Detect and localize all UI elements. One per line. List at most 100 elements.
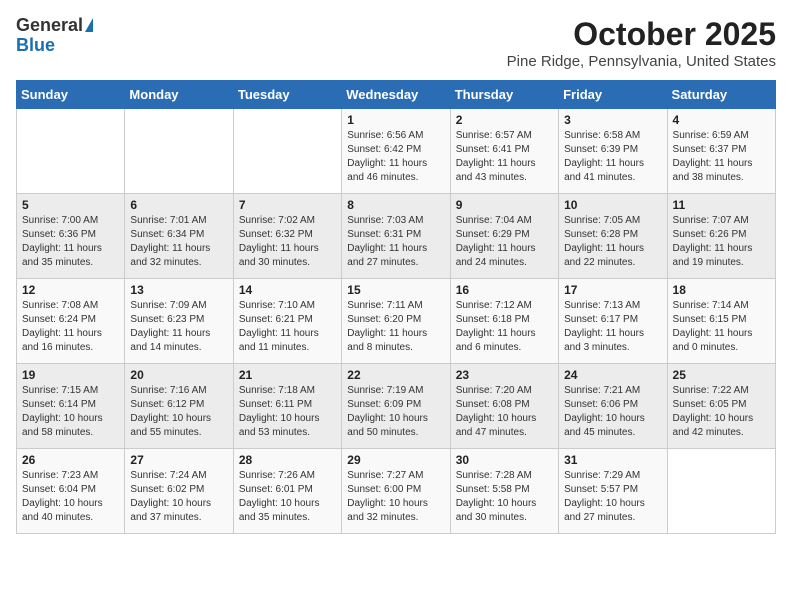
calendar-cell xyxy=(17,109,125,194)
calendar-cell: 21 Sunrise: 7:18 AM Sunset: 6:11 PM Dayli… xyxy=(233,364,341,449)
day-number: 12 xyxy=(22,283,119,297)
calendar-week-row: 19Sunrise: 7:15 AM Sunset: 6:14 PM Dayli… xyxy=(17,364,776,449)
calendar-cell: 10 Sunrise: 7:05 AM Sunset: 6:28 PM Dayli… xyxy=(559,194,667,279)
calendar-cell: 26 Sunrise: 7:23 AM Sunset: 6:04 PM Dayli… xyxy=(17,449,125,534)
day-number: 19 xyxy=(22,368,119,382)
day-info: Sunrise: 7:07 AM Sunset: 6:26 PM Dayligh… xyxy=(673,214,770,270)
calendar-week-row: 5 Sunrise: 7:00 AM Sunset: 6:36 PM Daylig… xyxy=(17,194,776,279)
day-info: Sunrise: 7:01 AM Sunset: 6:34 PM Dayligh… xyxy=(130,214,227,270)
calendar-cell: 6 Sunrise: 7:01 AM Sunset: 6:34 PM Daylig… xyxy=(125,194,233,279)
calendar-cell: 3 Sunrise: 6:58 AM Sunset: 6:39 PM Daylig… xyxy=(559,109,667,194)
calendar-cell: 17 Sunrise: 7:13 AM Sunset: 6:17 PM Dayli… xyxy=(559,279,667,364)
day-info: Sunrise: 7:21 AM Sunset: 6:06 PM Dayligh… xyxy=(564,384,661,440)
calendar-cell: 4Sunrise: 6:59 AM Sunset: 6:37 PM Daylig… xyxy=(667,109,775,194)
day-info: Sunrise: 7:11 AM Sunset: 6:20 PM Dayligh… xyxy=(347,299,444,355)
header-day: Tuesday xyxy=(233,81,341,109)
day-info: Sunrise: 7:00 AM Sunset: 6:36 PM Dayligh… xyxy=(22,214,119,270)
calendar-cell: 2 Sunrise: 6:57 AM Sunset: 6:41 PM Daylig… xyxy=(450,109,558,194)
day-info: Sunrise: 7:28 AM Sunset: 5:58 PM Dayligh… xyxy=(456,469,553,525)
day-number: 30 xyxy=(456,453,553,467)
day-number: 9 xyxy=(456,198,553,212)
day-number: 11 xyxy=(673,198,770,212)
calendar-cell: 18 Sunrise: 7:14 AM Sunset: 6:15 PM Dayli… xyxy=(667,279,775,364)
day-info: Sunrise: 7:09 AM Sunset: 6:23 PM Dayligh… xyxy=(130,299,227,355)
day-number: 4 xyxy=(673,113,770,127)
day-info: Sunrise: 7:05 AM Sunset: 6:28 PM Dayligh… xyxy=(564,214,661,270)
day-number: 21 xyxy=(239,368,336,382)
calendar-cell: 15 Sunrise: 7:11 AM Sunset: 6:20 PM Dayli… xyxy=(342,279,450,364)
day-info: Sunrise: 7:29 AM Sunset: 5:57 PM Dayligh… xyxy=(564,469,661,525)
calendar-cell: 8 Sunrise: 7:03 AM Sunset: 6:31 PM Daylig… xyxy=(342,194,450,279)
calendar-cell: 31 Sunrise: 7:29 AM Sunset: 5:57 PM Dayli… xyxy=(559,449,667,534)
calendar-cell: 11 Sunrise: 7:07 AM Sunset: 6:26 PM Dayli… xyxy=(667,194,775,279)
day-info: Sunrise: 7:20 AM Sunset: 6:08 PM Dayligh… xyxy=(456,384,553,440)
day-info: Sunrise: 7:13 AM Sunset: 6:17 PM Dayligh… xyxy=(564,299,661,355)
day-number: 27 xyxy=(130,453,227,467)
day-info: Sunrise: 7:08 AM Sunset: 6:24 PM Dayligh… xyxy=(22,299,119,355)
day-info: Sunrise: 6:58 AM Sunset: 6:39 PM Dayligh… xyxy=(564,129,661,185)
header-day: Friday xyxy=(559,81,667,109)
header-day: Sunday xyxy=(17,81,125,109)
calendar-cell: 12 Sunrise: 7:08 AM Sunset: 6:24 PM Dayli… xyxy=(17,279,125,364)
day-number: 7 xyxy=(239,198,336,212)
day-number: 29 xyxy=(347,453,444,467)
day-info: Sunrise: 6:57 AM Sunset: 6:41 PM Dayligh… xyxy=(456,129,553,185)
day-number: 20 xyxy=(130,368,227,382)
header-row: SundayMondayTuesdayWednesdayThursdayFrid… xyxy=(17,81,776,109)
calendar-week-row: 1Sunrise: 6:56 AM Sunset: 6:42 PM Daylig… xyxy=(17,109,776,194)
day-number: 17 xyxy=(564,283,661,297)
day-info: Sunrise: 7:26 AM Sunset: 6:01 PM Dayligh… xyxy=(239,469,336,525)
day-number: 1 xyxy=(347,113,444,127)
logo-general: General xyxy=(16,15,83,35)
day-number: 26 xyxy=(22,453,119,467)
calendar-cell: 22Sunrise: 7:19 AM Sunset: 6:09 PM Dayli… xyxy=(342,364,450,449)
calendar-cell: 23Sunrise: 7:20 AM Sunset: 6:08 PM Dayli… xyxy=(450,364,558,449)
day-number: 24 xyxy=(564,368,661,382)
day-info: Sunrise: 7:03 AM Sunset: 6:31 PM Dayligh… xyxy=(347,214,444,270)
day-number: 2 xyxy=(456,113,553,127)
day-number: 6 xyxy=(130,198,227,212)
logo: General Blue xyxy=(16,16,93,56)
calendar-title: October 2025 xyxy=(507,16,776,53)
calendar-cell: 16 Sunrise: 7:12 AM Sunset: 6:18 PM Dayli… xyxy=(450,279,558,364)
day-number: 31 xyxy=(564,453,661,467)
calendar-header: General Blue October 2025 Pine Ridge, Pe… xyxy=(16,16,776,70)
logo-icon xyxy=(85,18,93,32)
calendar-cell: 28Sunrise: 7:26 AM Sunset: 6:01 PM Dayli… xyxy=(233,449,341,534)
calendar-cell: 24 Sunrise: 7:21 AM Sunset: 6:06 PM Dayli… xyxy=(559,364,667,449)
header-day: Monday xyxy=(125,81,233,109)
calendar-cell: 9 Sunrise: 7:04 AM Sunset: 6:29 PM Daylig… xyxy=(450,194,558,279)
day-info: Sunrise: 7:18 AM Sunset: 6:11 PM Dayligh… xyxy=(239,384,336,440)
calendar-cell: 7 Sunrise: 7:02 AM Sunset: 6:32 PM Daylig… xyxy=(233,194,341,279)
day-number: 8 xyxy=(347,198,444,212)
calendar-cell xyxy=(125,109,233,194)
calendar-cell: 29 Sunrise: 7:27 AM Sunset: 6:00 PM Dayli… xyxy=(342,449,450,534)
day-info: Sunrise: 7:27 AM Sunset: 6:00 PM Dayligh… xyxy=(347,469,444,525)
calendar-cell: 1Sunrise: 6:56 AM Sunset: 6:42 PM Daylig… xyxy=(342,109,450,194)
day-info: Sunrise: 7:23 AM Sunset: 6:04 PM Dayligh… xyxy=(22,469,119,525)
calendar-cell xyxy=(233,109,341,194)
logo-text: General xyxy=(16,16,93,36)
calendar-table: SundayMondayTuesdayWednesdayThursdayFrid… xyxy=(16,80,776,534)
calendar-cell: 5 Sunrise: 7:00 AM Sunset: 6:36 PM Daylig… xyxy=(17,194,125,279)
day-number: 15 xyxy=(347,283,444,297)
day-number: 18 xyxy=(673,283,770,297)
day-info: Sunrise: 7:02 AM Sunset: 6:32 PM Dayligh… xyxy=(239,214,336,270)
day-number: 13 xyxy=(130,283,227,297)
day-number: 10 xyxy=(564,198,661,212)
day-info: Sunrise: 7:16 AM Sunset: 6:12 PM Dayligh… xyxy=(130,384,227,440)
calendar-cell: 27Sunrise: 7:24 AM Sunset: 6:02 PM Dayli… xyxy=(125,449,233,534)
logo-blue: Blue xyxy=(16,35,55,55)
day-number: 3 xyxy=(564,113,661,127)
calendar-subtitle: Pine Ridge, Pennsylvania, United States xyxy=(507,53,776,70)
day-info: Sunrise: 7:12 AM Sunset: 6:18 PM Dayligh… xyxy=(456,299,553,355)
calendar-cell: 20 Sunrise: 7:16 AM Sunset: 6:12 PM Dayli… xyxy=(125,364,233,449)
header-day: Wednesday xyxy=(342,81,450,109)
header-day: Thursday xyxy=(450,81,558,109)
day-info: Sunrise: 7:22 AM Sunset: 6:05 PM Dayligh… xyxy=(673,384,770,440)
day-info: Sunrise: 7:14 AM Sunset: 6:15 PM Dayligh… xyxy=(673,299,770,355)
day-number: 16 xyxy=(456,283,553,297)
day-number: 5 xyxy=(22,198,119,212)
day-info: Sunrise: 7:04 AM Sunset: 6:29 PM Dayligh… xyxy=(456,214,553,270)
title-block: October 2025 Pine Ridge, Pennsylvania, U… xyxy=(507,16,776,70)
